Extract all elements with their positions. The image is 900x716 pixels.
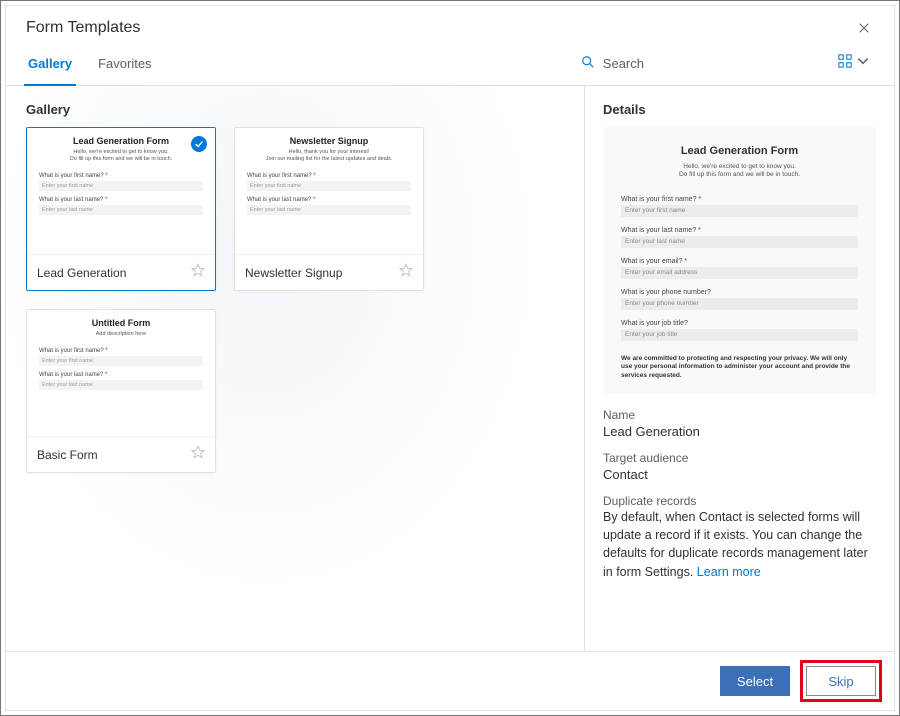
favorite-toggle[interactable] [191,445,205,464]
search-placeholder: Search [603,56,644,71]
details-name-value: Lead Generation [603,424,876,439]
close-button[interactable] [854,18,874,38]
gallery-grid: Lead Generation Form Hello, we're excite… [26,127,564,473]
template-card-lead-generation[interactable]: Lead Generation Form Hello, we're excite… [26,127,216,291]
details-preview: Lead Generation Form Hello, we're excite… [603,127,876,394]
star-icon [191,263,205,277]
selected-badge [191,136,207,152]
template-preview: Untitled Form Add description here What … [27,310,215,436]
details-section-title: Details [603,102,876,117]
close-icon [857,21,871,35]
template-name: Lead Generation [37,266,126,280]
details-pane: Details Lead Generation Form Hello, we'r… [584,86,894,651]
dialog-footer: Select Skip [6,651,894,710]
favorite-toggle[interactable] [399,263,413,282]
template-card-basic-form[interactable]: Untitled Form Add description here What … [26,309,216,473]
star-icon [191,445,205,459]
template-name: Newsletter Signup [245,266,342,280]
tab-favorites[interactable]: Favorites [96,42,153,85]
details-name-label: Name [603,408,876,422]
details-duplicate-body: By default, when Contact is selected for… [603,508,876,581]
gallery-section-title: Gallery [26,102,564,117]
template-card-newsletter-signup[interactable]: Newsletter Signup Hello, thank you for y… [234,127,424,291]
favorite-toggle[interactable] [191,263,205,282]
details-audience-label: Target audience [603,451,876,465]
view-toggle[interactable] [834,50,874,77]
template-name: Basic Form [37,448,98,462]
details-audience-value: Contact [603,467,876,482]
star-icon [399,263,413,277]
gallery-pane: Gallery Lead Generation Form Hello, we'r… [6,86,584,651]
details-duplicate-label: Duplicate records [603,494,876,508]
chevron-down-icon [856,54,870,73]
template-preview: Newsletter Signup Hello, thank you for y… [235,128,423,254]
learn-more-link[interactable]: Learn more [697,565,761,579]
template-preview: Lead Generation Form Hello, we're excite… [27,128,215,254]
dialog-header: Form Templates [6,6,894,42]
grid-icon [838,54,852,73]
select-button[interactable]: Select [720,666,790,696]
search-input[interactable]: Search [575,51,650,76]
check-icon [194,139,204,149]
tab-gallery[interactable]: Gallery [26,42,74,85]
dialog-title: Form Templates [26,19,140,37]
search-icon [581,55,595,72]
skip-button[interactable]: Skip [806,666,876,696]
tab-bar: Gallery Favorites Search [6,42,894,86]
skip-highlight: Skip [800,660,882,702]
